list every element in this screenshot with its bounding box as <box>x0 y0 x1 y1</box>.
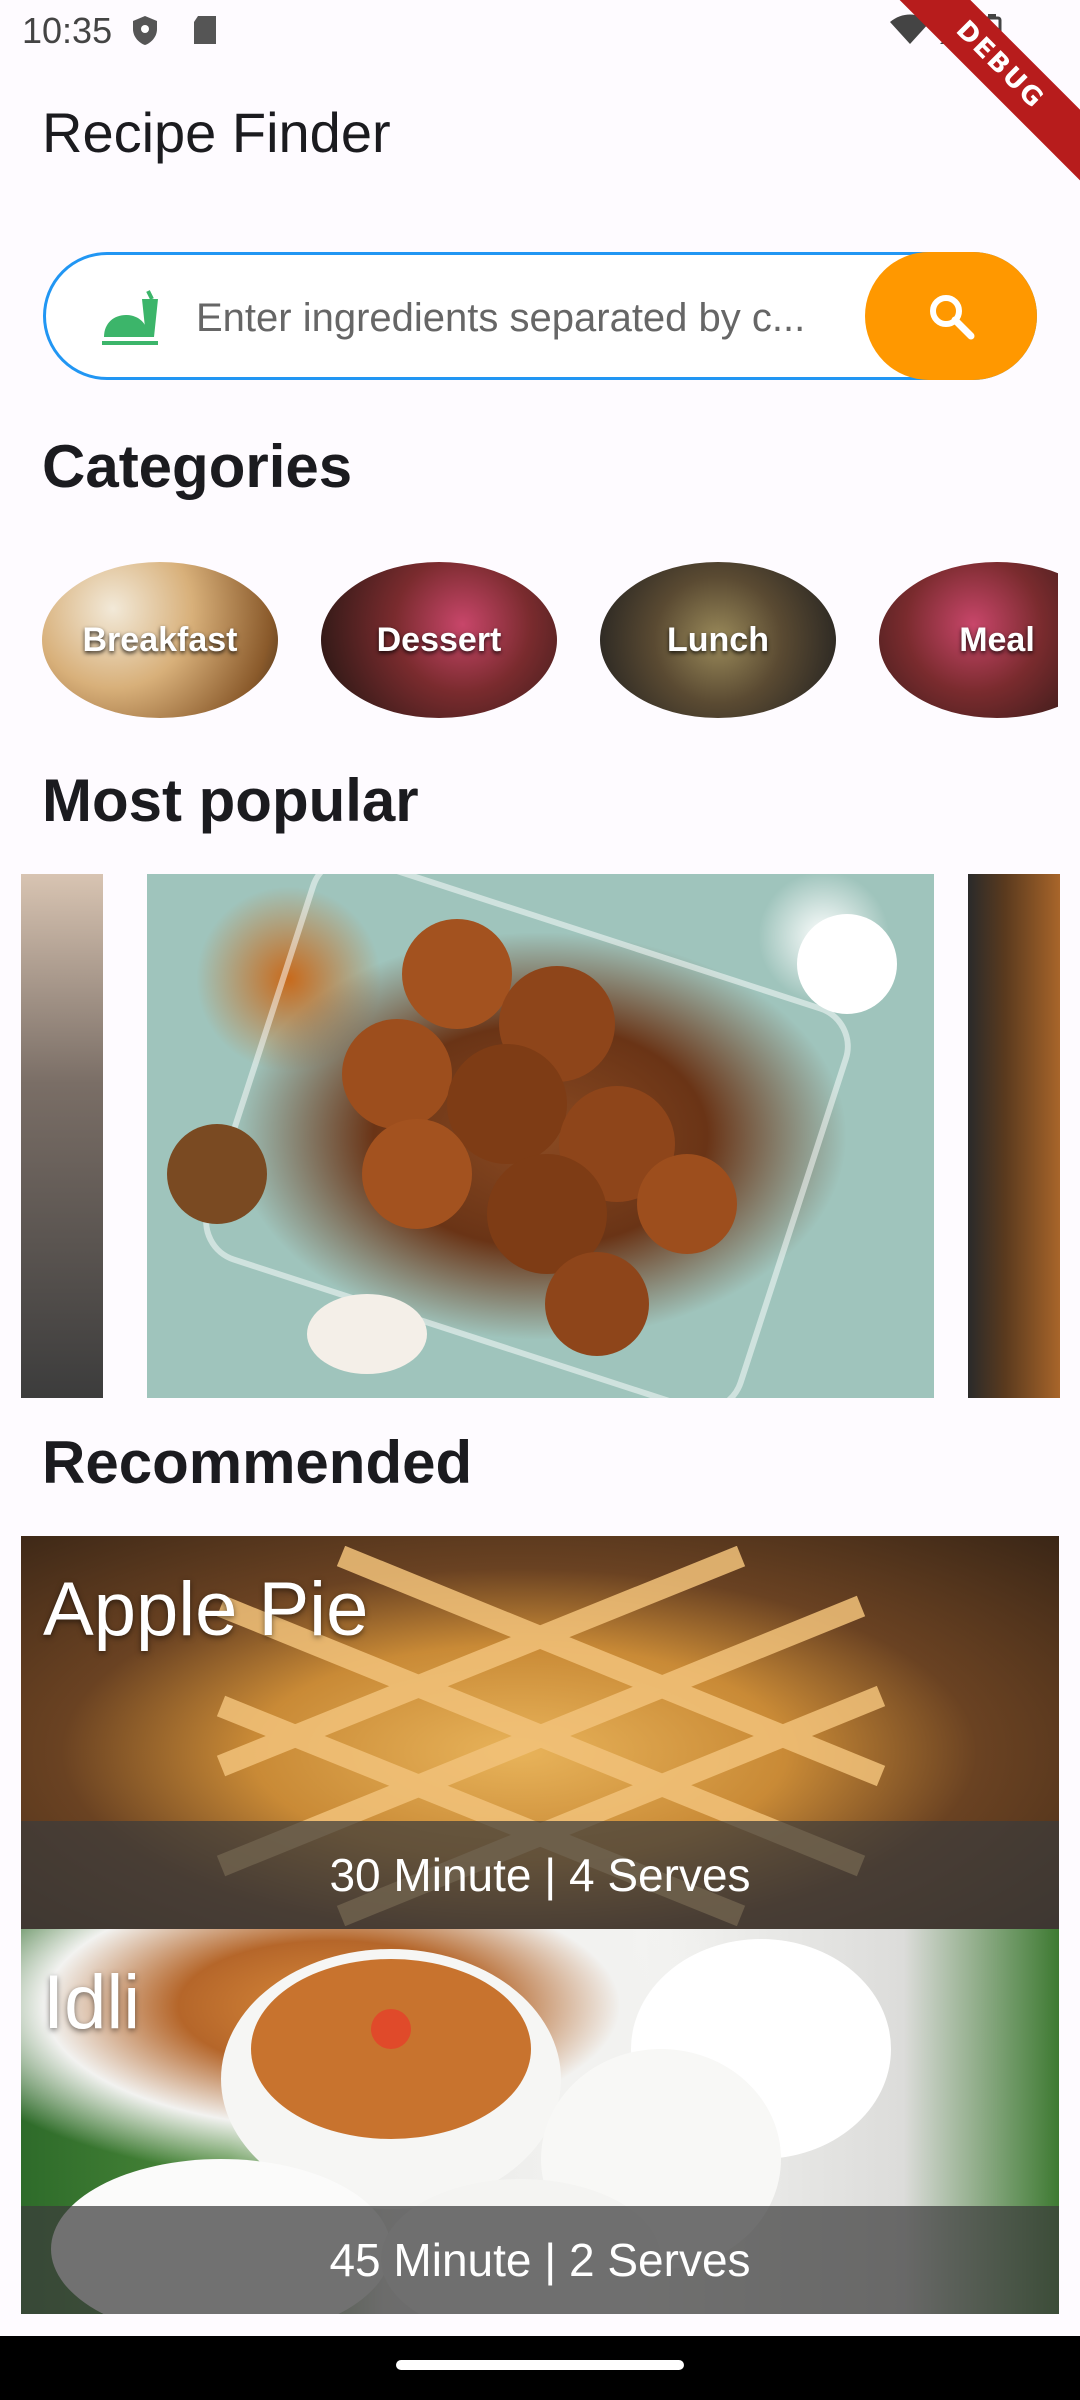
status-time: 10:35 <box>22 10 113 51</box>
category-lunch[interactable]: Lunch <box>600 562 836 718</box>
category-list: Breakfast Dessert Lunch Meal <box>42 562 1058 718</box>
category-meal[interactable]: Meal <box>879 562 1058 718</box>
category-label: Meal <box>959 620 1035 659</box>
app-title: Recipe Finder <box>42 101 391 164</box>
category-dessert[interactable]: Dessert <box>321 562 557 718</box>
recipe-meta: 45 Minute | 2 Serves <box>21 2206 1059 2314</box>
system-nav-bar <box>0 2336 1080 2400</box>
popular-item-previous[interactable] <box>21 874 103 1398</box>
recipe-meta: 30 Minute | 4 Serves <box>21 1821 1059 1929</box>
search-button[interactable] <box>865 252 1037 380</box>
fast-food-icon <box>102 290 158 345</box>
home-indicator[interactable] <box>396 2360 684 2370</box>
ingredient-search-input[interactable] <box>194 279 878 357</box>
category-label: Breakfast <box>82 620 238 659</box>
category-breakfast[interactable]: Breakfast <box>42 562 278 718</box>
category-label: Lunch <box>667 620 769 659</box>
category-label: Dessert <box>376 620 502 659</box>
recommended-heading: Recommended <box>42 1429 473 1496</box>
recipe-card-apple-pie[interactable]: Apple Pie 30 Minute | 4 Serves <box>21 1536 1059 1929</box>
recipe-name: Idli <box>43 1960 141 2045</box>
cinnamon-rolls-image <box>167 874 897 1398</box>
shield-icon <box>133 16 157 45</box>
sd-card-icon <box>194 16 216 44</box>
recipe-name: Apple Pie <box>43 1567 369 1652</box>
recipe-card-idli[interactable]: Idli 45 Minute | 2 Serves <box>21 1929 1059 2314</box>
categories-heading: Categories <box>42 433 353 500</box>
ingredient-search-bar <box>43 252 1037 380</box>
search-icon <box>930 295 975 340</box>
popular-item-cinnamon-rolls[interactable] <box>147 874 934 1398</box>
popular-item-mushrooms[interactable] <box>968 874 1060 1398</box>
most-popular-heading: Most popular <box>42 767 419 834</box>
